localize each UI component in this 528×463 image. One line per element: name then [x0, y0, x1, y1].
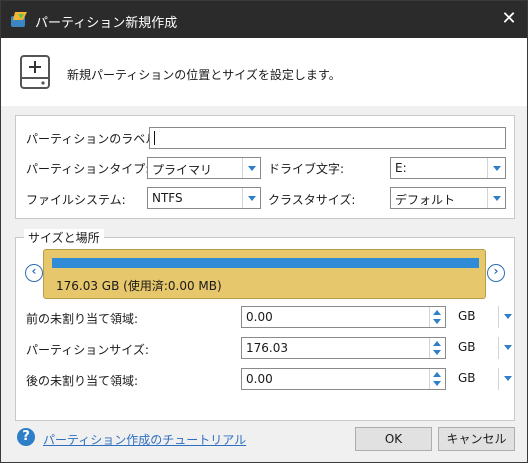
- partition-label-caption: パーティションのラベル:: [26, 132, 162, 146]
- cluster-size-caption: クラスタサイズ:: [268, 193, 356, 207]
- chevron-down-icon[interactable]: [487, 158, 505, 178]
- add-disk-icon: [20, 55, 50, 89]
- spin-up-icon[interactable]: [433, 310, 441, 315]
- app-logo-icon: [11, 12, 27, 27]
- partition-size-caption: パーティションサイズ:: [26, 343, 149, 357]
- partition-properties-group: パーティションのラベル: パーティションタイプ: プライマリ ドライブ文字: E…: [15, 115, 515, 219]
- drive-letter-caption: ドライブ文字:: [268, 162, 345, 176]
- spin-up-icon[interactable]: [433, 372, 441, 377]
- unallocated-after-value: 0.00: [246, 372, 273, 386]
- spin-buttons[interactable]: [429, 369, 445, 389]
- drive-letter-select[interactable]: E:: [390, 157, 506, 179]
- ok-button[interactable]: OK: [355, 427, 432, 451]
- unallocated-before-input[interactable]: 0.00: [241, 306, 446, 328]
- cancel-button[interactable]: キャンセル: [438, 427, 515, 451]
- partition-used-fill: [52, 258, 479, 268]
- spin-down-icon[interactable]: [433, 350, 441, 355]
- unallocated-after-unit: GB: [458, 371, 476, 385]
- title-bar: パーティション新規作成 ✕: [1, 1, 527, 38]
- partition-size-unit-select[interactable]: GB: [456, 337, 515, 359]
- chevron-left-icon[interactable]: ‹: [25, 264, 43, 282]
- chevron-down-icon[interactable]: [487, 188, 505, 208]
- tutorial-link[interactable]: パーティション作成のチュートリアル: [43, 431, 246, 448]
- spin-buttons[interactable]: [429, 307, 445, 327]
- unallocated-after-unit-select[interactable]: GB: [456, 368, 515, 390]
- spin-down-icon[interactable]: [433, 381, 441, 386]
- help-icon[interactable]: ?: [17, 428, 35, 446]
- unallocated-after-input[interactable]: 0.00: [241, 368, 446, 390]
- spin-up-icon[interactable]: [433, 341, 441, 346]
- unallocated-before-caption: 前の未割り当て領域:: [26, 312, 139, 326]
- window-title: パーティション新規作成: [35, 16, 178, 31]
- chevron-right-icon[interactable]: ›: [487, 264, 505, 282]
- chevron-down-icon[interactable]: [242, 158, 260, 178]
- file-system-select[interactable]: NTFS: [147, 187, 261, 209]
- chevron-down-icon[interactable]: [498, 306, 516, 328]
- dialog-header: 新規パーティションの位置とサイズを設定します。: [1, 38, 527, 106]
- chevron-down-icon[interactable]: [242, 188, 260, 208]
- cluster-size-value: デフォルト: [395, 193, 456, 207]
- partition-bar[interactable]: 176.03 GB (使用済:0.00 MB): [43, 249, 486, 299]
- close-icon[interactable]: ✕: [491, 1, 527, 38]
- drive-letter-value: E:: [395, 161, 407, 175]
- partition-size-unit: GB: [458, 340, 476, 354]
- chevron-down-icon[interactable]: [498, 368, 516, 390]
- cluster-size-select[interactable]: デフォルト: [390, 187, 506, 209]
- unallocated-after-caption: 後の未割り当て領域:: [26, 374, 139, 388]
- spin-buttons[interactable]: [429, 338, 445, 358]
- partition-type-caption: パーティションタイプ:: [26, 162, 150, 176]
- partition-type-value: プライマリ: [152, 163, 213, 177]
- text-caret: [154, 131, 155, 145]
- create-partition-dialog: パーティション新規作成 ✕ 新規パーティションの位置とサイズを設定します。 パー…: [0, 0, 528, 463]
- header-description: 新規パーティションの位置とサイズを設定します。: [67, 68, 341, 82]
- file-system-value: NTFS: [152, 191, 183, 205]
- nav-right-glyph: ›: [493, 264, 499, 278]
- spin-down-icon[interactable]: [433, 319, 441, 324]
- unallocated-before-unit: GB: [458, 309, 476, 323]
- unallocated-before-unit-select[interactable]: GB: [456, 306, 515, 328]
- size-location-title: サイズと場所: [24, 229, 104, 246]
- partition-size-summary: 176.03 GB (使用済:0.00 MB): [56, 279, 222, 293]
- partition-label-input[interactable]: [149, 127, 506, 149]
- partition-size-input[interactable]: 176.03: [241, 337, 446, 359]
- chevron-down-icon[interactable]: [498, 337, 516, 359]
- partition-type-select[interactable]: プライマリ: [147, 157, 261, 179]
- unallocated-before-value: 0.00: [246, 310, 273, 324]
- file-system-caption: ファイルシステム:: [26, 193, 126, 207]
- partition-size-value: 176.03: [246, 341, 288, 355]
- nav-left-glyph: ‹: [31, 264, 37, 278]
